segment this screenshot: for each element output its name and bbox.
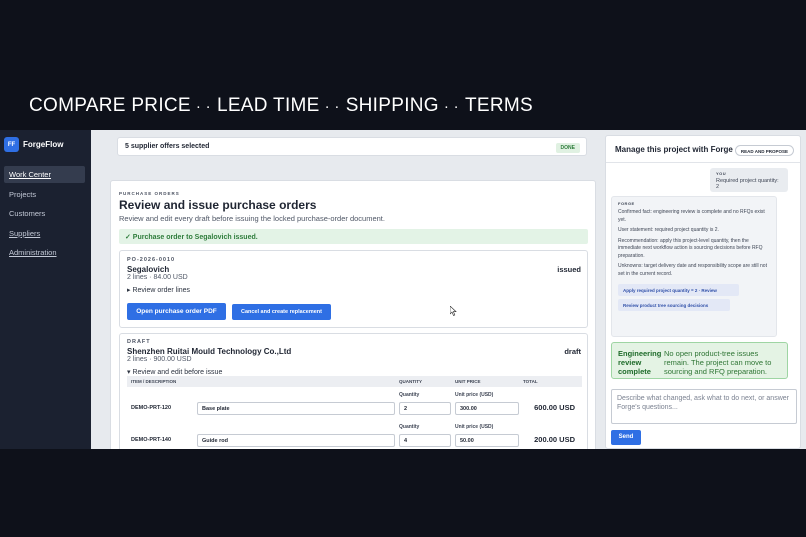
line-total: 200.00 USD [534,435,575,444]
selection-summary: 5 supplier offers selected DONE [117,137,587,156]
sidebar-item-administration[interactable]: Administration [4,244,85,261]
cancel-replace-button[interactable]: Cancel and create replacement [232,304,331,320]
message-paragraph: Confirmed fact: engineering review is co… [618,209,765,223]
page-title: Review and issue purchase orders [119,198,317,212]
message-text: Required project quantity: 2 [716,178,779,190]
draft-vendor: Shenzhen Ruitai Mould Technology Co.,Ltd [127,347,292,356]
po-meta: 2 lines · 84.00 USD [127,274,188,281]
bottom-band [0,449,806,537]
sidebar-item-suppliers[interactable]: Suppliers [4,225,85,242]
status-heading: Engineering review complete [618,349,662,376]
po-status: issued [557,265,581,274]
assistant-message: FORGE Confirmed fact: engineering review… [611,196,777,337]
quantity-label: Quantity [399,424,420,430]
unit-price-field[interactable]: 50.00 [455,434,519,447]
message-paragraph: Unknowns: target delivery date and respo… [618,263,767,277]
review-status-card: Engineering review complete No open prod… [611,342,788,379]
send-button[interactable]: Send [611,430,641,445]
selection-text: 5 supplier offers selected [125,143,210,150]
description-field[interactable]: Guide rod [197,434,395,447]
brand-name: ForgeFlow [23,140,64,149]
part-number: DEMO-PRT-140 [131,437,172,443]
column-header: QUANTITY [399,379,422,384]
review-sourcing-button[interactable]: Review product tree sourcing decisions [618,299,730,311]
po-number: PO-2026-0010 [127,257,176,263]
draft-status: draft [564,347,581,356]
title-banner: COMPARE PRICE · · LEAD TIME · · SHIPPING · · T… [0,0,806,130]
unit-price-field[interactable]: 300.00 [455,402,519,415]
quantity-field[interactable]: 2 [399,402,451,415]
app-window: FF ForgeFlow Work Center Projects Custom… [0,130,806,449]
table-row: DEMO-PRT-120 Base plate Quantity 2 Unit … [127,390,582,418]
banner-title: COMPARE PRICE · · LEAD TIME · · SHIPPING · · T… [29,95,533,116]
mouse-cursor-icon [450,306,457,316]
column-header: TOTAL [523,379,538,384]
draft-meta: 2 lines · 900.00 USD [127,356,192,363]
status-text: No open product-tree issues remain. The … [664,349,772,376]
sidebar: FF ForgeFlow Work Center Projects Custom… [0,130,91,449]
draft-label: DRAFT [127,339,151,345]
sidebar-item-projects[interactable]: Projects [4,186,85,203]
draft-po-card: DRAFT Shenzhen Ruitai Mould Technology C… [119,333,588,449]
part-number: DEMO-PRT-120 [131,405,172,411]
page-subtitle: Review and edit every draft before issui… [119,214,385,223]
panel-title: Manage this project with Forge [615,145,733,154]
description-field[interactable]: Base plate [197,402,395,415]
unit-price-label: Unit price (USD) [455,392,494,398]
success-banner: ✓ Purchase order to Segalovich issued. [119,229,588,244]
issued-po-card: PO-2026-0010 Segalovich 2 lines · 84.00 … [119,250,588,328]
sidebar-item-work-center[interactable]: Work Center [4,166,85,183]
brand-logo-icon: FF [4,137,19,152]
sidebar-item-customers[interactable]: Customers [4,205,85,222]
review-lines-toggle[interactable]: ▸ Review order lines [127,286,190,294]
user-message: YOU Required project quantity: 2 [710,168,788,192]
status-badge: DONE [555,143,580,153]
edit-lines-toggle[interactable]: ▾ Review and edit before issue [127,368,222,376]
section-eyebrow: PURCHASE ORDERS [119,191,180,196]
po-vendor: Segalovich [127,265,170,274]
quantity-field[interactable]: 4 [399,434,451,447]
table-row: DEMO-PRT-140 Guide rod Quantity 4 Unit p… [127,422,582,449]
purchase-orders-card: PURCHASE ORDERS Review and issue purchas… [110,180,596,449]
brand[interactable]: FF ForgeFlow [4,137,63,152]
message-author: YOU [716,171,727,176]
chat-input[interactable]: Describe what changed, ask what to do ne… [611,389,797,424]
column-header: UNIT PRICE [455,379,481,384]
message-paragraph: Recommendation: apply this project-level… [618,237,763,259]
quantity-label: Quantity [399,392,420,398]
message-author: FORGE [618,201,635,206]
message-paragraph: User statement: required project quantit… [618,227,719,233]
forge-assistant-panel: Manage this project with Forge READ AND … [605,135,801,449]
unit-price-label: Unit price (USD) [455,424,494,430]
lines-table-header: ITEM / DESCRIPTION QUANTITY UNIT PRICE T… [127,376,582,387]
open-pdf-button[interactable]: Open purchase order PDF [127,303,226,320]
column-header: ITEM / DESCRIPTION [131,379,177,384]
apply-quantity-button[interactable]: Apply required project quantity = 2 · Re… [618,284,739,296]
line-total: 600.00 USD [534,403,575,412]
mode-badge: READ AND PROPOSE [734,145,794,156]
main-content: 5 supplier offers selected DONE PURCHASE… [108,130,596,449]
sidebar-nav: Work Center Projects Customers Suppliers… [4,166,85,264]
divider [606,162,800,163]
